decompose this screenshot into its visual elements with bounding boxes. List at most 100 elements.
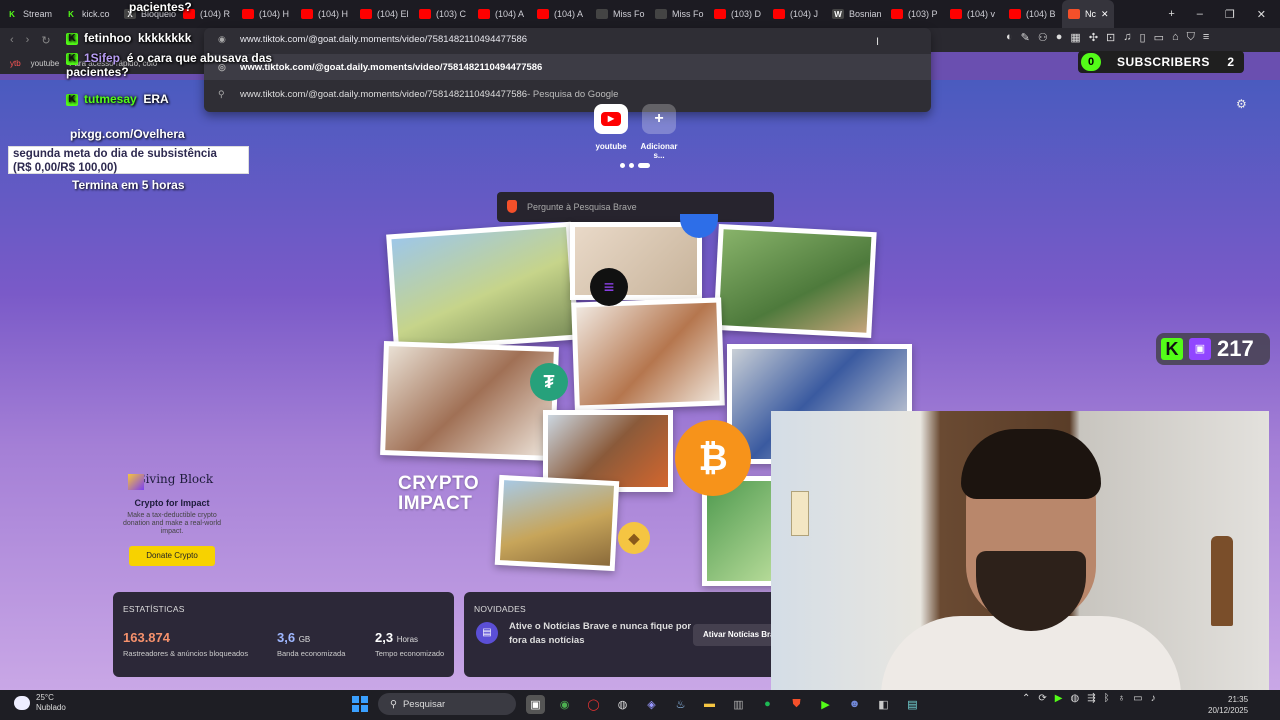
extensions-area: ◐ ✎ ⚇ ● ▦ ✣ ⊡ ♫ ▯ ▭ ⌂ ⛉ ≡ <box>1006 31 1209 44</box>
reload-icon[interactable]: ↻ <box>41 34 50 47</box>
site-info-icon[interactable]: ◉ <box>218 34 226 45</box>
shortcut-youtube[interactable]: ▶ youtube <box>586 104 636 151</box>
stat-bandwidth: 3,6 GB Banda economizada <box>277 630 345 658</box>
extension-icon[interactable]: ◐ <box>1006 31 1013 44</box>
gear-icon[interactable]: ⚙ <box>1236 97 1247 111</box>
goal-progress: (R$ 0,00/R$ 100,00) <box>13 162 118 174</box>
music-icon[interactable]: ♫ <box>1123 31 1131 44</box>
suggestion-url[interactable]: ◎ www.tiktok.com/@goat.daily.moments/vid… <box>204 54 931 80</box>
task-view-icon[interactable]: ▣ <box>526 694 545 714</box>
close-window-icon[interactable]: ✕ <box>1257 8 1266 21</box>
notepad-icon[interactable]: ▤ <box>903 695 922 714</box>
tray-app-icon[interactable]: ⟳ <box>1038 693 1046 704</box>
brave-icon[interactable]: ⛊ <box>787 695 806 714</box>
new-tab-icon[interactable]: + <box>1168 8 1174 21</box>
wikipedia-icon: W <box>832 9 844 19</box>
maximize-icon[interactable]: ❐ <box>1225 8 1235 21</box>
chevron-up-icon[interactable]: ⌃ <box>1022 693 1030 704</box>
sidebar-icon[interactable]: ▯ <box>1140 31 1146 44</box>
clock-date: 20/12/2025 <box>1208 706 1249 715</box>
tray-app-icon[interactable]: ⇶ <box>1087 693 1095 704</box>
tab[interactable]: (104) El <box>354 0 413 28</box>
tab[interactable]: (104) A <box>531 0 590 28</box>
screenshot-icon[interactable]: ⊡ <box>1106 31 1115 44</box>
app-icon[interactable]: ◧ <box>874 695 893 714</box>
kick-logo-icon: K <box>1161 338 1183 360</box>
weather-temp: 25°C <box>36 693 54 702</box>
tab[interactable]: K Stream <box>0 0 59 28</box>
minimize-icon[interactable]: – <box>1197 8 1203 21</box>
suggestion-search[interactable]: ⚲ www.tiktok.com/@goat.daily.moments/vid… <box>204 81 931 107</box>
bluetooth-icon[interactable]: ᛒ <box>1104 693 1110 704</box>
close-tab-icon[interactable]: ✕ <box>1101 9 1109 20</box>
tab-active[interactable]: Nc ✕ <box>1062 0 1114 28</box>
tab[interactable]: (104) J <box>767 0 826 28</box>
sponsored-ad: Giving Block Crypto for Impact Make a ta… <box>122 472 222 566</box>
brave-search-box[interactable]: Pergunte à Pesquisa Brave <box>497 192 774 222</box>
microphone-icon[interactable]: ♁ <box>1118 693 1126 704</box>
extension-icon[interactable]: ▦ <box>1070 31 1080 44</box>
spotify-icon[interactable]: ● <box>758 695 777 714</box>
tab[interactable]: (104) B <box>1003 0 1062 28</box>
shortcut-pager[interactable] <box>620 163 650 168</box>
viewer-number: 217 <box>1217 336 1254 361</box>
shortcut-add[interactable]: + Adicionar s... <box>634 104 684 160</box>
enable-news-button[interactable]: Ativar Notícias Brave <box>693 624 783 646</box>
opera-icon[interactable]: ◯ <box>584 695 603 714</box>
tether-coin-icon: ₮ <box>530 363 568 401</box>
vpn-icon[interactable]: ⌂ <box>1172 31 1179 44</box>
weather-widget[interactable]: 25°C Nublado <box>14 693 66 713</box>
steam-icon[interactable]: ♨ <box>671 695 690 714</box>
tray-app-icon[interactable]: ◍ <box>1070 693 1079 704</box>
bookmark-ytb[interactable]: ytb <box>10 59 21 68</box>
windows-start-icon[interactable] <box>352 696 368 712</box>
youtube-icon <box>891 9 903 19</box>
kick-icon: K <box>9 9 15 19</box>
tab[interactable]: (104) H <box>236 0 295 28</box>
stats-header: ESTATÍSTICAS <box>123 604 185 614</box>
app-icon[interactable]: ▥ <box>729 695 748 714</box>
weather-desc: Nublado <box>36 703 66 712</box>
tab[interactable]: Kkick.co <box>59 0 118 28</box>
tab[interactable]: (103) D <box>708 0 767 28</box>
network-icon[interactable]: ▭ <box>1133 693 1142 704</box>
stat-label: Rastreadores & anúncios bloqueados <box>123 649 249 658</box>
chat-message: Kfetinhoo kkkkkkkk <box>66 31 191 45</box>
app-icon <box>655 9 667 19</box>
tab[interactable]: W Bosnian <box>826 0 885 28</box>
extension-icon[interactable]: ● <box>1056 31 1063 44</box>
taskbar-search[interactable]: ⚲ Pesquisar <box>378 693 516 715</box>
shield-icon[interactable]: ⛉ <box>1187 31 1195 44</box>
tab[interactable]: (104) H <box>295 0 354 28</box>
tab[interactable]: Miss Fo <box>590 0 649 28</box>
donate-crypto-button[interactable]: Donate Crypto <box>129 546 215 566</box>
chat-user: tutmesay <box>84 92 137 106</box>
tray-kick-icon[interactable]: ▶ <box>1055 693 1063 704</box>
tab[interactable]: (103) C <box>413 0 472 28</box>
tab-label: kick.co <box>82 9 110 19</box>
obs-icon[interactable]: ◍ <box>613 695 632 714</box>
wallet-icon[interactable]: ▭ <box>1154 31 1164 44</box>
stat-value: 2,3 <box>375 630 394 645</box>
youtube-icon <box>537 9 549 19</box>
kick-app-icon[interactable]: ▶ <box>816 695 835 714</box>
puzzle-icon[interactable]: ✣ <box>1089 31 1098 44</box>
file-explorer-icon[interactable]: ▬ <box>700 695 719 714</box>
discord-icon[interactable]: ☻ <box>845 695 864 714</box>
volume-icon[interactable]: ♪ <box>1151 693 1156 704</box>
taskbar-clock[interactable]: 21:35 20/12/2025 <box>1208 694 1248 716</box>
youtube-icon <box>478 9 490 19</box>
forward-icon[interactable]: › <box>26 34 30 47</box>
tab[interactable]: (104) v <box>944 0 1003 28</box>
app-icon[interactable]: ◈ <box>642 695 661 714</box>
extension-icon[interactable]: ⚇ <box>1038 31 1048 44</box>
tab[interactable]: Miss Fo <box>649 0 708 28</box>
tab[interactable]: (104) A <box>472 0 531 28</box>
menu-icon[interactable]: ≡ <box>1203 31 1209 44</box>
address-input[interactable]: www.tiktok.com/@goat.daily.moments/video… <box>240 34 527 45</box>
bookmark-youtube[interactable]: youtube <box>31 59 59 68</box>
back-icon[interactable]: ‹ <box>10 34 14 47</box>
chrome-icon[interactable]: ◉ <box>555 695 574 714</box>
extension-icon[interactable]: ✎ <box>1021 31 1030 44</box>
tab[interactable]: (103) P <box>885 0 944 28</box>
